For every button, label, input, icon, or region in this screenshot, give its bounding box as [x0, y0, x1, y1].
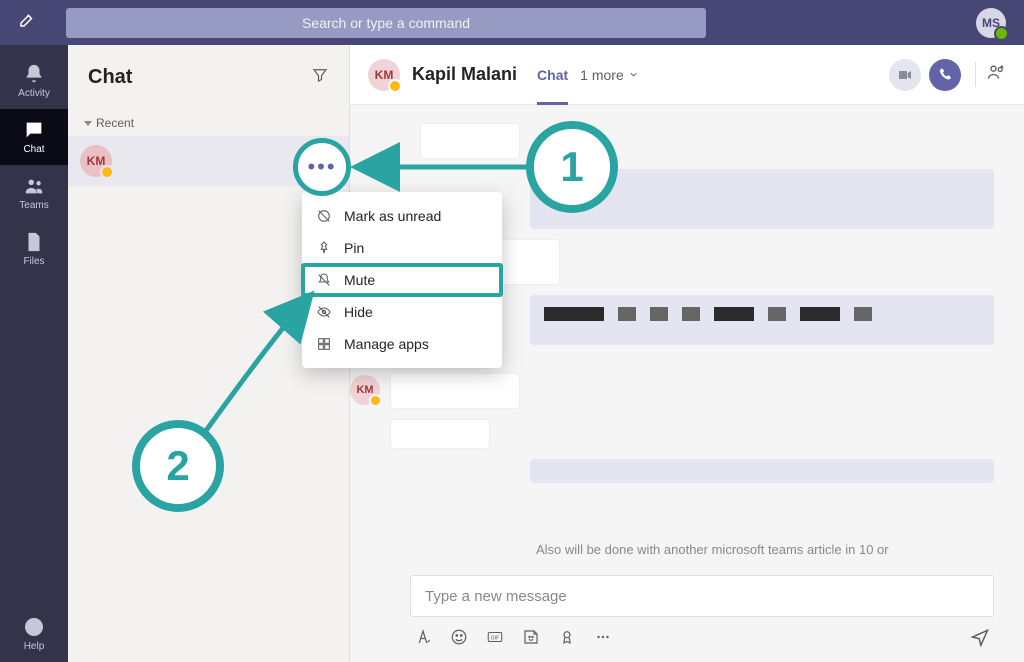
tabs-more[interactable]: 1 more — [580, 67, 639, 83]
format-icon[interactable] — [414, 628, 432, 651]
compose-icon[interactable] — [18, 11, 36, 34]
chat-header-avatar[interactable]: KM — [368, 59, 400, 91]
message-other[interactable] — [390, 419, 490, 449]
rail-teams-label: Teams — [19, 200, 48, 211]
menu-hide[interactable]: Hide — [302, 296, 502, 328]
gif-icon[interactable]: GIF — [486, 628, 504, 651]
svg-text:GIF: GIF — [491, 635, 500, 641]
chevron-down-icon — [628, 69, 639, 80]
section-recent[interactable]: Recent — [68, 110, 349, 136]
video-call-button[interactable] — [889, 59, 921, 91]
rail-chat[interactable]: Chat — [0, 109, 68, 165]
more-icon[interactable] — [594, 628, 612, 651]
message-avatar: KM — [350, 375, 380, 405]
rail-activity-label: Activity — [18, 88, 50, 99]
rail-teams[interactable]: Teams — [0, 165, 68, 221]
menu-mark-unread[interactable]: Mark as unread — [302, 200, 502, 232]
menu-manage-apps-label: Manage apps — [344, 336, 429, 352]
rail-files[interactable]: Files — [0, 221, 68, 277]
message-avatar-initials: KM — [356, 384, 373, 396]
search-placeholder: Search or type a command — [302, 15, 470, 31]
audio-call-button[interactable] — [929, 59, 961, 91]
compose-area: Type a new message GIF — [350, 563, 1024, 662]
praise-icon[interactable] — [558, 628, 576, 651]
message-other[interactable] — [420, 123, 520, 159]
message-cut-text: Also will be done with another microsoft… — [536, 542, 889, 557]
rail-activity[interactable]: Activity — [0, 53, 68, 109]
search-input[interactable]: Search or type a command — [66, 8, 706, 38]
rail-files-label: Files — [23, 256, 44, 267]
rail-chat-label: Chat — [23, 144, 44, 155]
chatlist-title: Chat — [88, 66, 132, 89]
compose-input[interactable]: Type a new message — [410, 575, 994, 617]
menu-hide-label: Hide — [344, 304, 373, 320]
chat-context-menu: Mark as unread Pin Mute Hide Manage apps — [302, 192, 502, 368]
chat-header-name: Kapil Malani — [412, 64, 517, 85]
menu-mute[interactable]: Mute — [302, 264, 502, 296]
chat-header: KM Kapil Malani Chat 1 more — [350, 45, 1024, 105]
emoji-icon[interactable] — [450, 628, 468, 651]
chat-row-more-button[interactable]: ••• — [293, 138, 351, 196]
app-rail: Activity Chat Teams Files Help — [0, 45, 68, 662]
menu-mute-label: Mute — [344, 272, 375, 288]
message-other[interactable] — [390, 373, 520, 409]
chat-row-initials: KM — [87, 154, 106, 168]
message-mine[interactable] — [530, 295, 994, 345]
current-user-initials: MS — [982, 16, 1000, 30]
compose-placeholder: Type a new message — [425, 588, 567, 605]
filter-icon[interactable] — [311, 66, 329, 89]
current-user-avatar[interactable]: MS — [976, 8, 1006, 38]
titlebar: Search or type a command MS — [0, 0, 1024, 45]
add-people-button[interactable] — [975, 62, 1006, 87]
section-recent-label: Recent — [96, 116, 134, 130]
sticker-icon[interactable] — [522, 628, 540, 651]
rail-help[interactable]: Help — [0, 606, 68, 662]
menu-pin[interactable]: Pin — [302, 232, 502, 264]
menu-mark-unread-label: Mark as unread — [344, 208, 441, 224]
compose-toolbar: GIF — [410, 617, 994, 652]
tab-chat[interactable]: Chat — [537, 61, 568, 89]
menu-manage-apps[interactable]: Manage apps — [302, 328, 502, 360]
chevron-down-icon — [84, 121, 92, 126]
chat-row-avatar: KM — [80, 145, 112, 177]
send-button[interactable] — [970, 627, 990, 652]
message-mine[interactable] — [530, 169, 994, 229]
message-mine[interactable] — [530, 459, 994, 483]
menu-pin-label: Pin — [344, 240, 364, 256]
tabs-more-label: 1 more — [580, 67, 624, 83]
rail-help-label: Help — [24, 641, 45, 652]
chat-header-avatar-initials: KM — [375, 68, 394, 82]
